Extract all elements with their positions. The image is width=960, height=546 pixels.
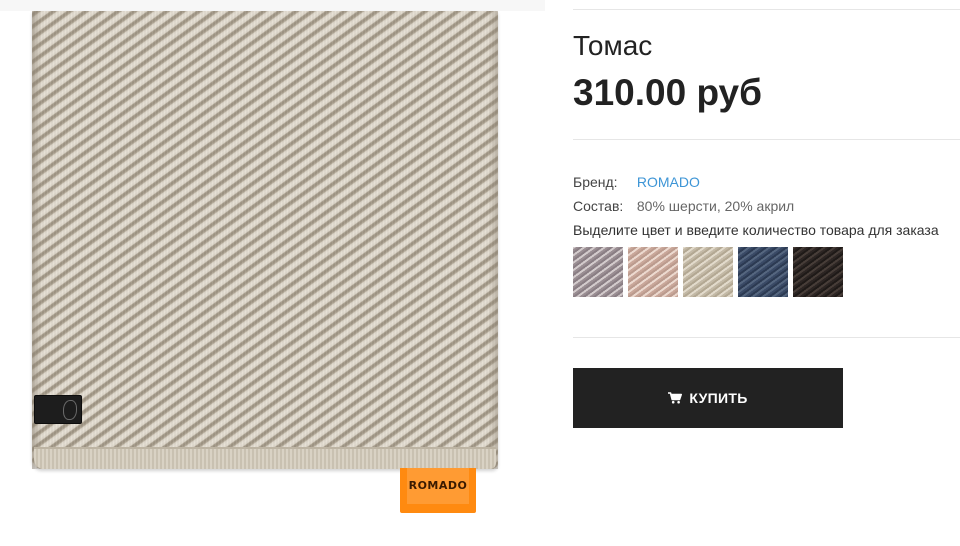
spec-composition-value: 80% шерсти, 20% акрил <box>636 198 795 214</box>
color-swatch-navy[interactable] <box>738 247 788 297</box>
brand-tag: ROMADO <box>400 468 476 513</box>
divider-bottom <box>573 337 960 338</box>
color-swatch-dark-brown[interactable] <box>793 247 843 297</box>
variant-instruction: Выделите цвет и введите количество товар… <box>573 222 939 238</box>
brand-logo-mark-icon <box>63 400 77 420</box>
buy-button-label: КУПИТЬ <box>689 390 748 406</box>
scarf-image <box>32 11 498 469</box>
spec-composition-label: Состав: <box>573 198 624 214</box>
brand-sewn-label <box>34 395 82 424</box>
product-price: 310.00 руб <box>573 72 762 113</box>
color-swatch-mauve[interactable] <box>573 247 623 297</box>
divider-middle <box>573 139 960 140</box>
color-swatch-beige[interactable] <box>683 247 733 297</box>
photo-top-strip <box>0 0 545 11</box>
scarf-edge-right <box>488 11 498 469</box>
cart-icon <box>668 392 683 404</box>
buy-button[interactable]: КУПИТЬ <box>573 368 843 428</box>
spec-brand-label: Бренд: <box>573 174 618 190</box>
brand-tag-text: ROMADO <box>406 468 470 504</box>
scarf-hem <box>34 447 496 469</box>
brand-link[interactable]: ROMADO <box>637 174 700 190</box>
product-title: Томас <box>573 30 653 61</box>
divider-top <box>573 9 960 10</box>
color-swatches <box>573 247 843 297</box>
spec-composition-row: Состав: 80% шерсти, 20% акрил <box>573 198 794 214</box>
spec-brand-row: Бренд: ROMADO <box>573 174 700 190</box>
product-photo[interactable]: ROMADO <box>0 0 545 546</box>
product-page: ROMADO Томас 310.00 руб Бренд: ROMADO Со… <box>0 0 960 546</box>
product-info-panel: Томас 310.00 руб Бренд: ROMADO Состав: 8… <box>573 0 960 546</box>
color-swatch-pink[interactable] <box>628 247 678 297</box>
